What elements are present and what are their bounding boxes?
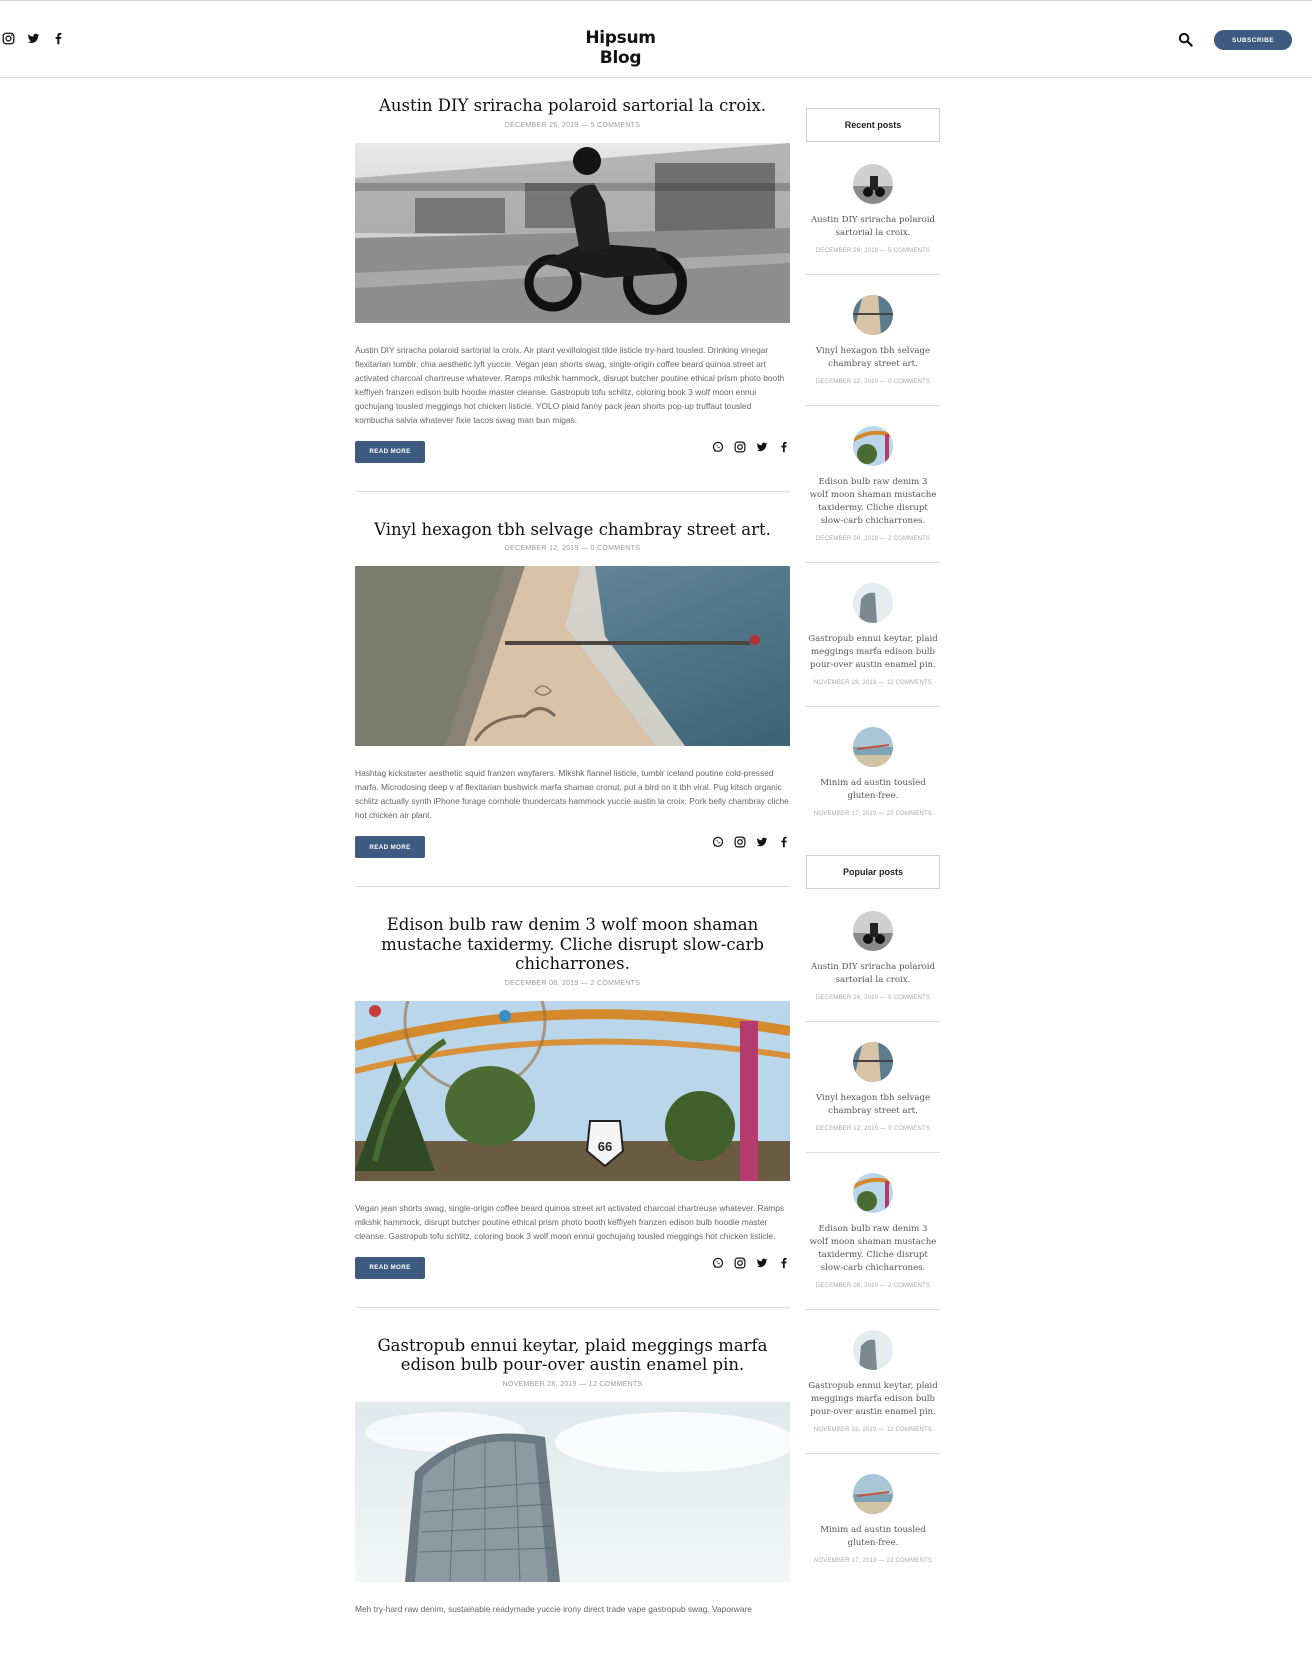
post-meta: DECEMBER 12, 2019 — 0 COMMENTS — [504, 545, 641, 552]
post-thumbnail[interactable] — [853, 1330, 893, 1370]
whatsapp-icon[interactable] — [712, 836, 724, 848]
popular-post-item[interactable]: Austin DIY sriracha polaroid sartorial l… — [806, 889, 940, 1022]
post-excerpt: Vegan jean shorts swag, single-origin co… — [355, 1202, 785, 1241]
sidebar-post-meta: NOVEMBER 17, 2019 — 22 COMMENTS — [813, 1558, 933, 1564]
sidebar-post-title[interactable]: Austin DIY sriracha polaroid sartorial l… — [808, 214, 938, 240]
instagram-icon[interactable] — [2, 32, 15, 45]
sidebar-post-title[interactable]: Gastropub ennui keytar, plaid meggings m… — [808, 633, 938, 672]
share-links — [712, 441, 790, 453]
sidebar-post-title[interactable]: Minim ad austin tousled gluten-free. — [808, 1524, 938, 1550]
post-image-motorcycle[interactable] — [355, 142, 790, 323]
post-excerpt: Austin DIY sriracha polaroid sartorial l… — [355, 344, 785, 425]
instagram-icon[interactable] — [734, 1257, 746, 1269]
sidebar-post-meta: NOVEMBER 17, 2019 — 22 COMMENTS — [813, 811, 933, 817]
post-divider — [355, 1306, 790, 1308]
twitter-icon[interactable] — [756, 1257, 768, 1269]
recent-post-item[interactable]: Edison bulb raw denim 3 wolf moon shaman… — [806, 406, 940, 563]
sidebar-post-title[interactable]: Edison bulb raw denim 3 wolf moon shaman… — [808, 1223, 938, 1275]
sidebar-post-title[interactable]: Minim ad austin tousled gluten-free. — [808, 777, 938, 803]
search-icon[interactable] — [1178, 32, 1193, 47]
read-more-button[interactable]: READ MORE — [355, 440, 425, 463]
post-image-amusement-park[interactable]: 66 — [355, 1000, 790, 1181]
post-title[interactable]: Austin DIY sriracha polaroid sartorial l… — [355, 96, 790, 116]
sidebar-post-meta: DECEMBER 12, 2019 — 0 COMMENTS — [815, 1126, 931, 1132]
post-thumbnail[interactable] — [853, 1474, 893, 1514]
recent-post-item[interactable]: Vinyl hexagon tbh selvage chambray stree… — [806, 275, 940, 406]
post-divider — [355, 490, 790, 492]
post-title[interactable]: Edison bulb raw denim 3 wolf moon shaman… — [355, 915, 790, 974]
post-divider — [355, 886, 790, 887]
recent-posts-title: Recent posts — [806, 108, 940, 142]
facebook-icon[interactable] — [778, 1257, 790, 1269]
sidebar-post-title[interactable]: Edison bulb raw denim 3 wolf moon shaman… — [808, 476, 938, 528]
recent-post-item[interactable]: Minim ad austin tousled gluten-free. NOV… — [806, 707, 940, 839]
post-card: Austin DIY sriracha polaroid sartorial l… — [355, 96, 790, 492]
whatsapp-icon[interactable] — [712, 441, 724, 453]
post-actions: READ MORE — [355, 836, 790, 864]
post-thumbnail[interactable] — [853, 295, 893, 335]
instagram-icon[interactable] — [734, 836, 746, 848]
post-thumbnail[interactable] — [853, 1173, 893, 1213]
post-excerpt: Meh try-hard raw denim, sustainable read… — [355, 1603, 752, 1614]
site-brand[interactable]: Hipsum Blog — [563, 28, 678, 68]
sidebar-post-title[interactable]: Vinyl hexagon tbh selvage chambray stree… — [808, 1092, 938, 1118]
post-meta: NOVEMBER 28, 2019 — 12 COMMENTS — [502, 1380, 643, 1388]
popular-posts-title: Popular posts — [806, 855, 940, 889]
svg-text:66: 66 — [598, 1139, 612, 1154]
post-image-beach[interactable] — [355, 566, 790, 746]
recent-post-item[interactable]: Gastropub ennui keytar, plaid meggings m… — [806, 563, 940, 707]
post-image-building[interactable] — [355, 1401, 790, 1582]
subscribe-button[interactable]: SUBSCRIBE — [1214, 30, 1292, 50]
post-actions: READ MORE — [355, 1256, 790, 1285]
twitter-icon[interactable] — [756, 836, 768, 848]
instagram-icon[interactable] — [734, 441, 746, 453]
post-thumbnail[interactable] — [853, 164, 893, 204]
post-thumbnail[interactable] — [853, 583, 893, 623]
header-social-links — [2, 32, 65, 45]
whatsapp-icon[interactable] — [712, 1257, 724, 1269]
read-more-button[interactable]: READ MORE — [355, 836, 425, 858]
read-more-button[interactable]: READ MORE — [355, 1256, 425, 1279]
facebook-icon[interactable] — [778, 441, 790, 453]
sidebar-post-meta: DECEMBER 08, 2019 — 2 COMMENTS — [815, 536, 931, 542]
sidebar-post-meta: NOVEMBER 28, 2019 — 12 COMMENTS — [813, 680, 933, 686]
twitter-icon[interactable] — [756, 441, 768, 453]
post-thumbnail[interactable] — [853, 911, 893, 951]
sidebar-post-title[interactable]: Gastropub ennui keytar, plaid meggings m… — [808, 1380, 938, 1419]
twitter-icon[interactable] — [27, 32, 40, 45]
site-header: Hipsum Blog SUBSCRIBE — [0, 1, 1312, 78]
popular-post-item[interactable]: Edison bulb raw denim 3 wolf moon shaman… — [806, 1153, 940, 1310]
sidebar-post-meta: NOVEMBER 28, 2019 — 12 COMMENTS — [813, 1427, 933, 1433]
post-title[interactable]: Vinyl hexagon tbh selvage chambray stree… — [355, 520, 790, 540]
facebook-icon[interactable] — [52, 32, 65, 45]
post-card: Gastropub ennui keytar, plaid meggings m… — [355, 1336, 790, 1616]
post-excerpt: Hashtag kickstarter aesthetic squid fran… — [355, 768, 789, 820]
sidebar-post-meta: DECEMBER 08, 2019 — 2 COMMENTS — [815, 1283, 931, 1289]
post-meta: DECEMBER 26, 2019 — 5 COMMENTS — [504, 121, 641, 129]
post-meta: DECEMBER 08, 2019 — 2 COMMENTS — [504, 979, 641, 987]
popular-post-item[interactable]: Vinyl hexagon tbh selvage chambray stree… — [806, 1022, 940, 1153]
facebook-icon[interactable] — [778, 836, 790, 848]
post-actions: READ MORE — [355, 440, 790, 469]
post-thumbnail[interactable] — [853, 727, 893, 767]
post-title[interactable]: Gastropub ennui keytar, plaid meggings m… — [355, 1336, 790, 1375]
recent-post-item[interactable]: Austin DIY sriracha polaroid sartorial l… — [806, 142, 940, 275]
post-card: Edison bulb raw denim 3 wolf moon shaman… — [355, 915, 790, 1308]
sidebar-post-meta: DECEMBER 26, 2019 — 5 COMMENTS — [815, 248, 931, 254]
sidebar: Recent posts Austin DIY sriracha polaroi… — [806, 108, 940, 1574]
popular-post-item[interactable]: Gastropub ennui keytar, plaid meggings m… — [806, 1310, 940, 1454]
share-links — [712, 836, 790, 848]
sidebar-post-title[interactable]: Vinyl hexagon tbh selvage chambray stree… — [808, 345, 938, 371]
sidebar-post-meta: DECEMBER 26, 2019 — 5 COMMENTS — [815, 995, 931, 1001]
share-links — [712, 1257, 790, 1269]
sidebar-post-title[interactable]: Austin DIY sriracha polaroid sartorial l… — [808, 961, 938, 987]
popular-post-item[interactable]: Minim ad austin tousled gluten-free. NOV… — [806, 1454, 940, 1574]
sidebar-post-meta: DECEMBER 12, 2019 — 0 COMMENTS — [815, 379, 931, 385]
post-thumbnail[interactable] — [853, 426, 893, 466]
post-list: Austin DIY sriracha polaroid sartorial l… — [355, 96, 790, 1630]
post-thumbnail[interactable] — [853, 1042, 893, 1082]
post-card: Vinyl hexagon tbh selvage chambray stree… — [355, 520, 790, 887]
